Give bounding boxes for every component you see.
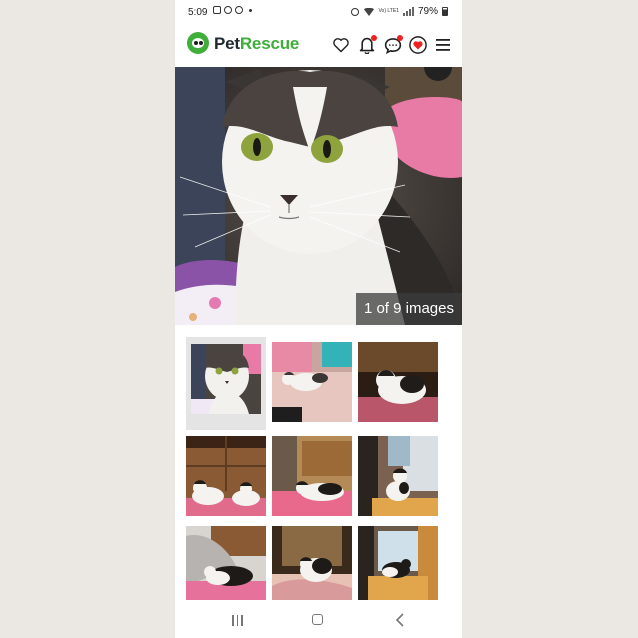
status-time: 5:09 [188, 7, 208, 18]
thumbnail-4[interactable] [186, 436, 266, 516]
brand-logo[interactable]: PetRescue [214, 34, 299, 54]
image-counter: 1 of 9 images [355, 293, 462, 325]
alarm-icon [350, 7, 359, 16]
system-navigation-bar [175, 603, 462, 638]
home-button[interactable] [312, 614, 323, 625]
thumbnail-7[interactable] [186, 526, 266, 600]
main-photo[interactable]: 1 of 9 images [175, 67, 462, 325]
gallery-notification-icon [213, 6, 221, 14]
thumbnail-image [358, 436, 438, 516]
thumbnail-image [358, 342, 438, 422]
thumbnail-image [186, 436, 266, 516]
thumbnail-5[interactable] [272, 436, 352, 516]
thumbnail-1[interactable] [186, 337, 266, 430]
thumbnail-2[interactable] [272, 342, 352, 422]
chat-notification-icon [224, 6, 232, 14]
status-right: Vo) LTE1 79% [350, 6, 448, 17]
network-label: Vo) LTE1 [378, 8, 399, 14]
battery-percent: 79% [417, 6, 438, 17]
recents-button[interactable] [232, 615, 243, 626]
more-notifications-dot-icon [249, 8, 252, 12]
favourites-icon[interactable] [409, 36, 427, 54]
thumbnail-image [272, 342, 352, 422]
thumbnail-grid [175, 325, 462, 600]
phone-screen: 5:09 Vo) LTE1 79% PetRescue 1 of 9 image… [175, 0, 462, 638]
brand-name-part2: Rescue [239, 34, 300, 53]
bell-icon[interactable] [358, 35, 377, 54]
chat-notification-dot [397, 35, 403, 41]
status-notification-icons [213, 6, 252, 14]
thumbnail-9[interactable] [358, 526, 438, 600]
brand-name-part1: Pet [214, 34, 240, 53]
cat-portrait-image [175, 67, 462, 325]
battery-icon [442, 7, 448, 16]
facebook-notification-icon [235, 6, 243, 14]
app-header: PetRescue [175, 26, 462, 68]
bell-notification-dot [371, 35, 377, 41]
wifi-icon [362, 7, 375, 16]
menu-icon[interactable] [434, 36, 452, 54]
signal-icon [402, 7, 414, 16]
back-button[interactable] [395, 613, 405, 632]
thumbnail-image [191, 344, 261, 414]
chevron-left-icon [395, 613, 404, 627]
thumbnail-3[interactable] [358, 342, 438, 422]
thumbnail-8[interactable] [272, 526, 352, 600]
heart-icon[interactable] [332, 36, 350, 54]
thumbnail-image [358, 526, 438, 600]
thumbnail-image [272, 436, 352, 516]
thumbnail-6[interactable] [358, 436, 438, 516]
thumbnail-image [186, 526, 266, 600]
thumbnail-image [272, 526, 352, 600]
chat-icon[interactable] [384, 35, 403, 54]
petrescue-logo-icon[interactable] [187, 32, 209, 54]
status-bar: 5:09 Vo) LTE1 79% [175, 0, 462, 26]
